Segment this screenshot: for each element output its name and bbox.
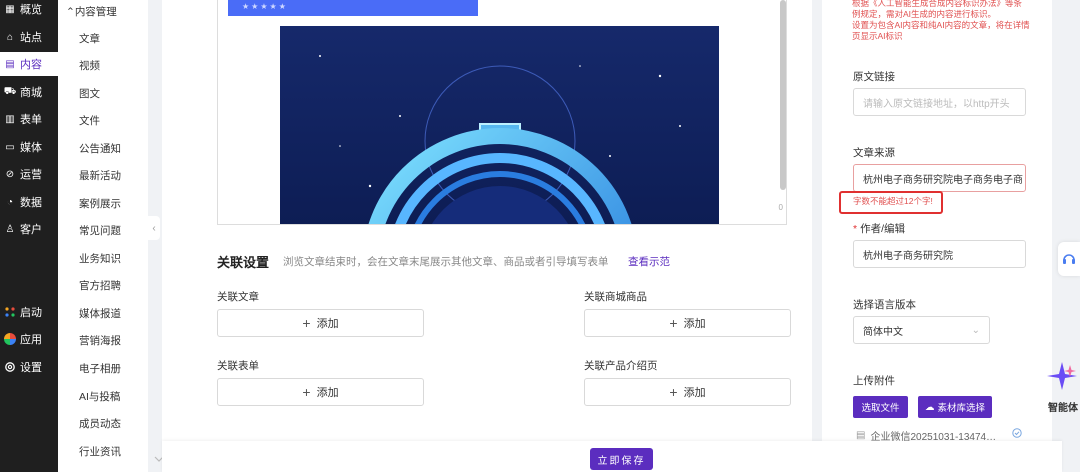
add-related-product-button[interactable]: + 添加 xyxy=(584,309,791,337)
cart-icon: ⛟ xyxy=(3,85,17,97)
submenu-item[interactable]: 常见问题 xyxy=(79,223,121,238)
editor-scrollbar[interactable] xyxy=(780,0,786,190)
chart-icon: ◔ xyxy=(6,196,14,208)
plus-icon: + xyxy=(302,384,311,400)
ai-agent-button[interactable] xyxy=(1044,359,1080,393)
add-related-form-button[interactable]: + 添加 xyxy=(217,378,424,406)
chevron-up-icon: ⌃ xyxy=(66,6,75,18)
settings-icon xyxy=(4,361,16,373)
submenu-item[interactable]: 文件 xyxy=(79,113,100,128)
launch-icon xyxy=(4,306,16,318)
submenu-item[interactable]: AI与投稿 xyxy=(79,389,120,404)
submenu-item[interactable]: 案例展示 xyxy=(79,196,121,211)
related-article-label: 关联文章 xyxy=(217,291,259,303)
chevron-left-icon: ‹ xyxy=(152,222,156,234)
ai-agent-label: 智能体 xyxy=(1048,403,1078,414)
library-select-button[interactable]: ☁ 素材库选择 xyxy=(918,396,992,418)
add-related-intro-page-button[interactable]: + 添加 xyxy=(584,378,791,406)
video-icon: ▭ xyxy=(5,141,15,153)
customer-service-button[interactable] xyxy=(1058,242,1080,276)
nav-item-data[interactable]: ◔ 数据 xyxy=(0,190,58,214)
submenu-item[interactable]: 行业资讯 xyxy=(79,444,121,459)
link-icon: ⊘ xyxy=(5,168,15,180)
source-link-input[interactable]: 请输入原文链接地址，以http开头 xyxy=(853,88,1026,116)
banner-image: ★★★★★ xyxy=(228,0,478,16)
author-label: * 作者/编辑 xyxy=(853,223,906,235)
home-icon: ⌂ xyxy=(6,31,14,43)
nav-item-overview[interactable]: ▦ 概览 xyxy=(0,0,58,21)
save-bar: 立即保存 xyxy=(162,441,1062,472)
pick-file-button[interactable]: 选取文件 xyxy=(853,396,908,418)
content-submenu: ⌃内容管理 文章 视频 图文 文件 公告通知 最新活动 案例展示 常见问题 业务… xyxy=(58,0,164,472)
user-icon: ♙ xyxy=(5,223,15,235)
success-check-icon xyxy=(1012,428,1022,438)
language-label: 选择语言版本 xyxy=(853,299,916,311)
nav-item-settings[interactable]: 设置 xyxy=(0,355,58,379)
submenu-item[interactable]: 成员动态 xyxy=(79,416,121,431)
nav-item-content[interactable]: ▤ 内容 xyxy=(0,52,58,76)
plus-icon: + xyxy=(302,315,311,331)
submenu-item[interactable]: 电子相册 xyxy=(79,361,121,376)
main-nav: ▦ 概览 ⌂ 站点 ▤ 内容 ⛟ 商城 ▥ 表单 ▭ 媒体 ⊘ 运营 ◔ 数据 ♙ 客户 启动 应… xyxy=(0,0,58,472)
cloud-icon: ☁ xyxy=(924,401,935,413)
submenu-item[interactable]: 营销海报 xyxy=(79,333,121,348)
form-icon: ▥ xyxy=(5,113,15,125)
submenu-item[interactable]: 官方招聘 xyxy=(79,278,121,293)
char-count: 0 xyxy=(778,203,783,212)
nav-item-mall[interactable]: ⛟ 商城 xyxy=(0,80,58,104)
submenu-item[interactable]: 文章 xyxy=(79,31,100,46)
submenu-item[interactable]: 媒体报道 xyxy=(79,306,121,321)
related-intro-page-label: 关联产品介绍页 xyxy=(584,360,658,372)
view-example-link[interactable]: 查看示范 xyxy=(628,254,670,269)
nav-item-form[interactable]: ▥ 表单 xyxy=(0,107,58,131)
headset-icon xyxy=(1063,254,1075,264)
relation-settings-title: 关联设置 xyxy=(217,255,270,270)
add-related-article-button[interactable]: + 添加 xyxy=(217,309,424,337)
plus-icon: + xyxy=(669,315,678,331)
nav-item-customer[interactable]: ♙ 客户 xyxy=(0,217,58,241)
poster-image xyxy=(280,26,719,224)
author-input[interactable]: 杭州电子商务研究院 xyxy=(853,240,1026,268)
attachment-label: 上传附件 xyxy=(853,375,895,387)
nav-item-operation[interactable]: ⊘ 运营 xyxy=(0,162,58,186)
submenu-item[interactable]: 图文 xyxy=(79,86,100,101)
settings-panel: 根据《人工智能生成合成内容标识办法》等条 例规定，需对AI生成的内容进行标识。 … xyxy=(822,0,1052,443)
related-form-label: 关联表单 xyxy=(217,360,259,372)
apps-icon xyxy=(4,333,16,345)
nav-item-site[interactable]: ⌂ 站点 xyxy=(0,25,58,49)
save-now-button[interactable]: 立即保存 xyxy=(590,448,653,470)
article-source-error: 字数不能超过12个字! xyxy=(853,196,933,206)
chevron-down-icon: ⌄ xyxy=(971,324,980,336)
language-select[interactable]: 简体中文 ⌄ xyxy=(853,316,990,344)
file-icon: ▤ xyxy=(856,430,866,441)
related-product-label: 关联商城商品 xyxy=(584,291,647,303)
submenu-item[interactable]: 最新活动 xyxy=(79,168,121,183)
submenu-group-title[interactable]: ⌃内容管理 xyxy=(66,4,117,19)
source-link-label: 原文链接 xyxy=(853,71,895,83)
plus-icon: + xyxy=(669,384,678,400)
article-source-input[interactable]: 杭州电子商务研究院电子商务电子商 xyxy=(853,164,1026,192)
submenu-item[interactable]: 公告通知 xyxy=(79,141,121,156)
nav-item-launch[interactable]: 启动 xyxy=(0,300,58,324)
collapse-submenu-button[interactable]: ‹ xyxy=(148,216,160,240)
document-icon: ▤ xyxy=(5,58,15,70)
relation-settings-desc: 浏览文章结束时，会在文章末尾展示其他文章、商品或者引导填写表单 xyxy=(283,256,609,268)
submenu-item[interactable]: 视频 xyxy=(79,58,100,73)
article-source-label: 文章来源 xyxy=(853,147,895,159)
ai-notice: 根据《人工智能生成合成内容标识办法》等条 例规定，需对AI生成的内容进行标识。 … xyxy=(852,0,1030,41)
submenu-item[interactable]: 业务知识 xyxy=(79,251,121,266)
main-card: ★★★★★ 0 关联设置 浏览文章结束时，会在文章末尾展示其他文章、商品或者引导… xyxy=(162,0,812,472)
overview-icon: ▦ xyxy=(5,3,15,15)
rich-text-editor[interactable]: ★★★★★ 0 xyxy=(217,0,787,225)
nav-item-apps[interactable]: 应用 xyxy=(0,327,58,351)
nav-item-media[interactable]: ▭ 媒体 xyxy=(0,135,58,159)
